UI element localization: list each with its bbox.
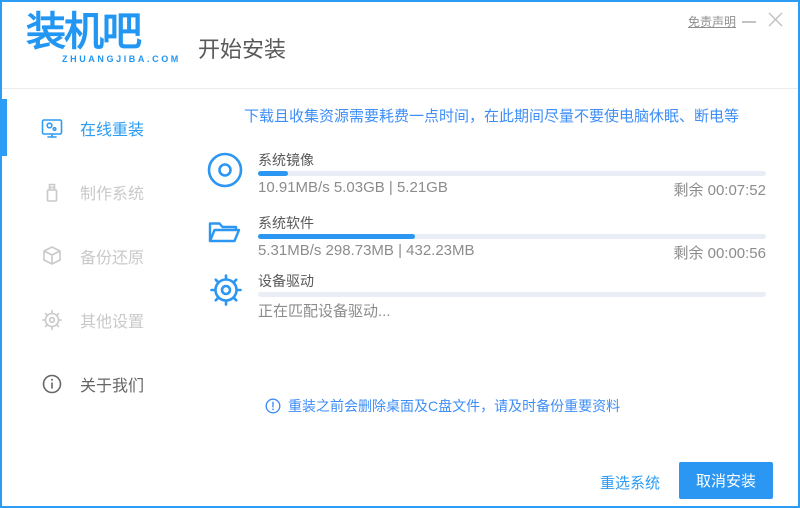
sidebar-item-make-system[interactable]: 制作系统 — [2, 160, 187, 224]
cancel-install-button[interactable]: 取消安装 — [679, 462, 773, 499]
close-icon[interactable] — [767, 11, 784, 28]
minimize-icon[interactable] — [742, 21, 756, 23]
sidebar-item-label: 在线重装 — [80, 122, 145, 139]
progress-bar — [258, 292, 766, 297]
disclaimer-link[interactable]: 免责声明 — [688, 13, 736, 30]
progress-fill — [258, 171, 289, 176]
task-name: 系统镜像 — [258, 152, 314, 168]
page-title: 开始安装 — [198, 37, 287, 62]
sidebar-item-label: 关于我们 — [80, 378, 145, 395]
sidebar-item-online-reinstall[interactable]: 在线重装 — [2, 96, 187, 160]
installer-window: 装机吧 ZHUANGJIBA.COM 开始安装 免责声明 在线重装 制作系统 备… — [0, 0, 800, 508]
task-remaining-time: 剩余 00:00:56 — [673, 245, 766, 262]
reselect-system-button[interactable]: 重选系统 — [594, 471, 666, 494]
progress-bar — [258, 234, 766, 239]
sidebar-item-label: 备份还原 — [80, 250, 145, 267]
usb-icon — [40, 180, 64, 204]
backup-warning-text: 重装之前会删除桌面及C盘文件，请及时备份重要资料 — [288, 398, 621, 414]
task-remaining-time: 剩余 00:07:52 — [673, 182, 766, 199]
gear-icon — [206, 270, 246, 310]
exclamation-circle-icon — [265, 398, 281, 414]
task-system-image: 系统镜像 10.91MB/s 5.03GB | 5.21GB 剩余 00:07:… — [187, 147, 798, 209]
disc-icon — [206, 151, 244, 189]
sidebar-item-other-settings[interactable]: 其他设置 — [2, 288, 187, 352]
progress-bar — [258, 171, 766, 176]
task-stats: 10.91MB/s 5.03GB | 5.21GB — [258, 179, 448, 196]
logo-subtext: ZHUANGJIBA.COM — [62, 54, 181, 64]
task-stats: 5.31MB/s 298.73MB | 432.23MB — [258, 242, 475, 259]
header-divider — [2, 88, 798, 89]
backup-warning: 重装之前会删除桌面及C盘文件，请及时备份重要资料 — [265, 396, 620, 416]
monitor-icon — [40, 116, 64, 140]
gear-icon — [40, 308, 64, 332]
sidebar-item-backup-restore[interactable]: 备份还原 — [2, 224, 187, 288]
folder-icon — [206, 214, 242, 250]
sidebar-item-label: 制作系统 — [80, 186, 145, 203]
app-logo: 装机吧 ZHUANGJIBA.COM — [26, 8, 186, 64]
backup-icon — [40, 244, 64, 268]
logo-text: 装机吧 — [26, 10, 142, 54]
task-status-text: 正在匹配设备驱动... — [258, 303, 391, 320]
sidebar-item-label: 其他设置 — [80, 314, 145, 331]
task-name: 系统软件 — [258, 215, 314, 231]
task-name: 设备驱动 — [258, 273, 314, 289]
sidebar: 在线重装 制作系统 备份还原 其他设置 关于我们 — [2, 96, 187, 416]
download-notice: 下载且收集资源需要耗费一点时间，在此期间尽量不要使电脑休眠、断电等 — [243, 108, 739, 125]
progress-fill — [258, 234, 416, 239]
task-system-software: 系统软件 5.31MB/s 298.73MB | 432.23MB 剩余 00:… — [187, 210, 798, 272]
sidebar-item-about-us[interactable]: 关于我们 — [2, 352, 187, 416]
info-icon — [40, 372, 64, 396]
task-device-driver: 设备驱动 正在匹配设备驱动... — [187, 268, 798, 330]
